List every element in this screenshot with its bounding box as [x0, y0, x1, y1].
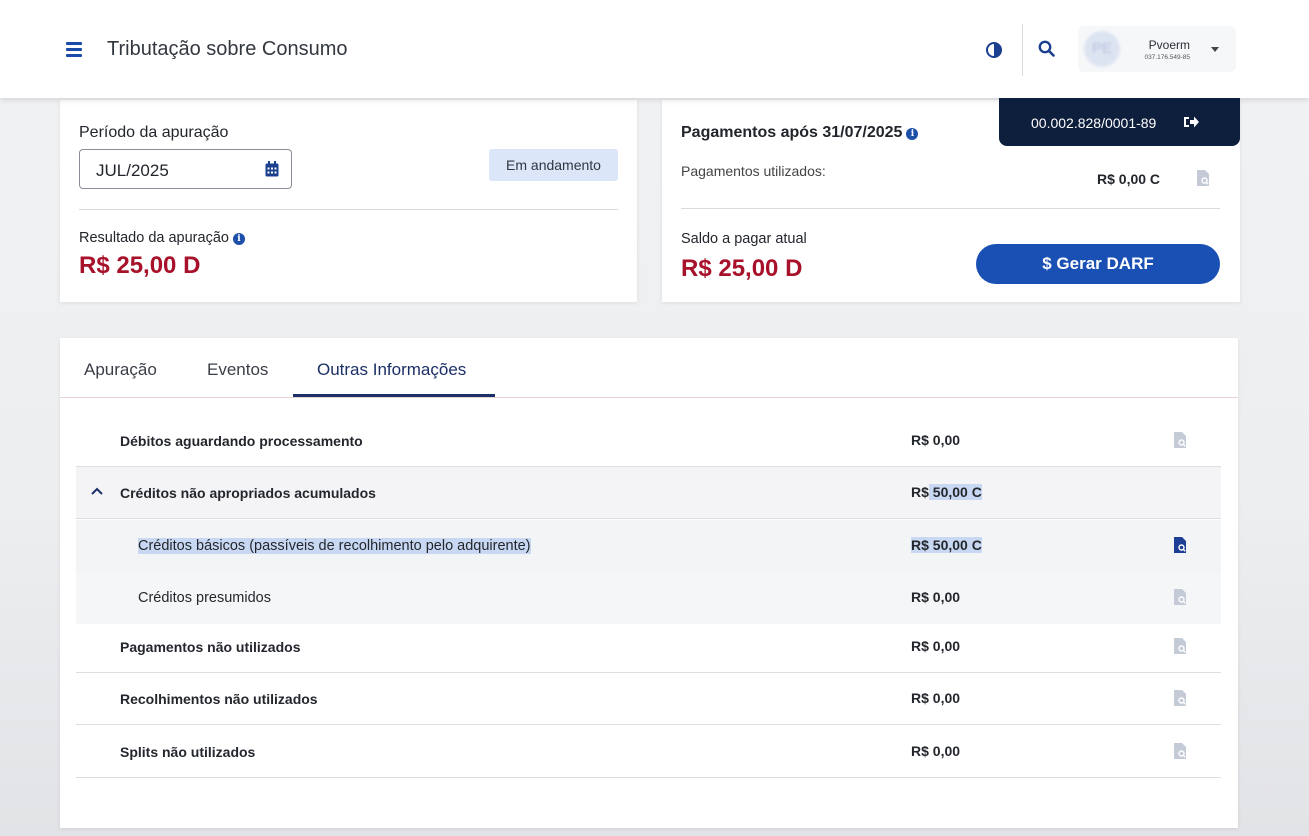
header-divider [1022, 24, 1023, 76]
user-cpf: 037.176.549-85 [1144, 54, 1190, 61]
row-value: R$ 0,00 [911, 589, 961, 605]
chevron-down-icon[interactable] [1211, 47, 1219, 52]
list-item: Pagamentos não utilizados R$ 0,00 [76, 621, 1221, 673]
row-label: Créditos presumidos [138, 590, 271, 606]
hamburger-menu-icon[interactable] [66, 42, 82, 57]
row-label: Créditos básicos (passíveis de recolhime… [138, 538, 531, 554]
list-item: Créditos presumidos R$ 0,00 [76, 572, 1221, 624]
row-label: Splits não utilizados [120, 744, 256, 760]
info-icon[interactable]: i [232, 233, 245, 245]
list-item: Débitos aguardando processamento R$ 0,00 [76, 415, 1221, 467]
sign-out-icon[interactable] [1183, 115, 1199, 129]
payments-used-value: R$ 0,00 C [1097, 171, 1161, 187]
row-label: Recolhimentos não utilizados [120, 691, 318, 707]
payments-used-label: Pagamentos utilizados: [681, 163, 826, 179]
divider [79, 209, 618, 210]
result-label: Resultado da apuração [79, 230, 229, 246]
list-item-group[interactable]: Créditos não apropriados acumulados R$ 5… [76, 467, 1221, 519]
avatar: PE [1084, 31, 1120, 67]
info-icon[interactable]: i [906, 128, 919, 140]
period-selector[interactable]: JUL/2025 [79, 149, 292, 189]
row-value: R$ 0,00 [911, 638, 961, 654]
cnpj-badge[interactable]: 00.002.828/0001-89 [999, 98, 1240, 146]
payments-title: Pagamentos após 31/07/2025 [681, 124, 903, 141]
row-value: R$ 0,00 [911, 743, 961, 759]
payments-title-wrap: Pagamentos após 31/07/2025 i [681, 124, 919, 142]
tab-apuracao[interactable]: Apuração [84, 360, 157, 380]
user-menu[interactable]: PE Pvoerm 037.176.549-85 [1078, 26, 1236, 72]
row-label: Débitos aguardando processamento [120, 433, 363, 449]
period-value: JUL/2025 [96, 161, 169, 180]
document-search-icon[interactable] [1173, 589, 1187, 605]
status-badge: Em andamento [489, 149, 618, 181]
user-name: Pvoerm [1148, 38, 1190, 52]
row-value-prefix: R$ [911, 484, 929, 500]
document-search-icon[interactable] [1173, 537, 1187, 553]
divider [681, 208, 1220, 209]
app-title: Tributação sobre Consumo [107, 38, 348, 60]
row-label: Créditos não apropriados acumulados [120, 485, 376, 501]
tab-eventos[interactable]: Eventos [207, 360, 268, 380]
row-value: R$ 50,00 C [911, 537, 982, 553]
tabs-divider [60, 397, 1238, 398]
top-header: Tributação sobre Consumo PE Pvoerm 037.1… [0, 0, 1309, 98]
row-value-selected: 50,00 C [928, 484, 982, 500]
result-label-wrap: Resultado da apuração i [79, 230, 245, 246]
balance-label: Saldo a pagar atual [681, 231, 807, 247]
chevron-up-icon[interactable] [91, 487, 103, 495]
calendar-icon[interactable] [265, 161, 279, 177]
cnpj-text: 00.002.828/0001-89 [1031, 115, 1157, 131]
document-search-icon[interactable] [1173, 432, 1187, 448]
document-search-icon[interactable] [1173, 743, 1187, 759]
balance-value: R$ 25,00 D [681, 255, 803, 282]
document-search-icon[interactable] [1173, 690, 1187, 706]
document-search-icon[interactable] [1196, 170, 1210, 186]
contrast-toggle-icon[interactable] [985, 41, 1003, 59]
generate-darf-button[interactable]: $ Gerar DARF [976, 244, 1220, 284]
tab-outras-informacoes[interactable]: Outras Informações [317, 360, 466, 380]
period-label: Período da apuração [79, 124, 229, 141]
row-value: R$ 0,00 [911, 432, 961, 448]
document-search-icon[interactable] [1173, 638, 1187, 654]
list-item: Recolhimentos não utilizados R$ 0,00 [76, 673, 1221, 725]
search-icon[interactable] [1037, 39, 1057, 59]
list-item: Créditos básicos (passíveis de recolhime… [76, 520, 1221, 572]
row-value: R$ 50,00 C [911, 484, 982, 500]
row-value: R$ 0,00 [911, 690, 961, 706]
tabs-panel: Apuração Eventos Outras Informações Débi… [60, 338, 1238, 828]
period-card: Período da apuração JUL/2025 Em andament… [60, 100, 637, 302]
result-value: R$ 25,00 D [79, 252, 201, 279]
row-label: Pagamentos não utilizados [120, 639, 301, 655]
list-item: Splits não utilizados R$ 0,00 [76, 726, 1221, 778]
